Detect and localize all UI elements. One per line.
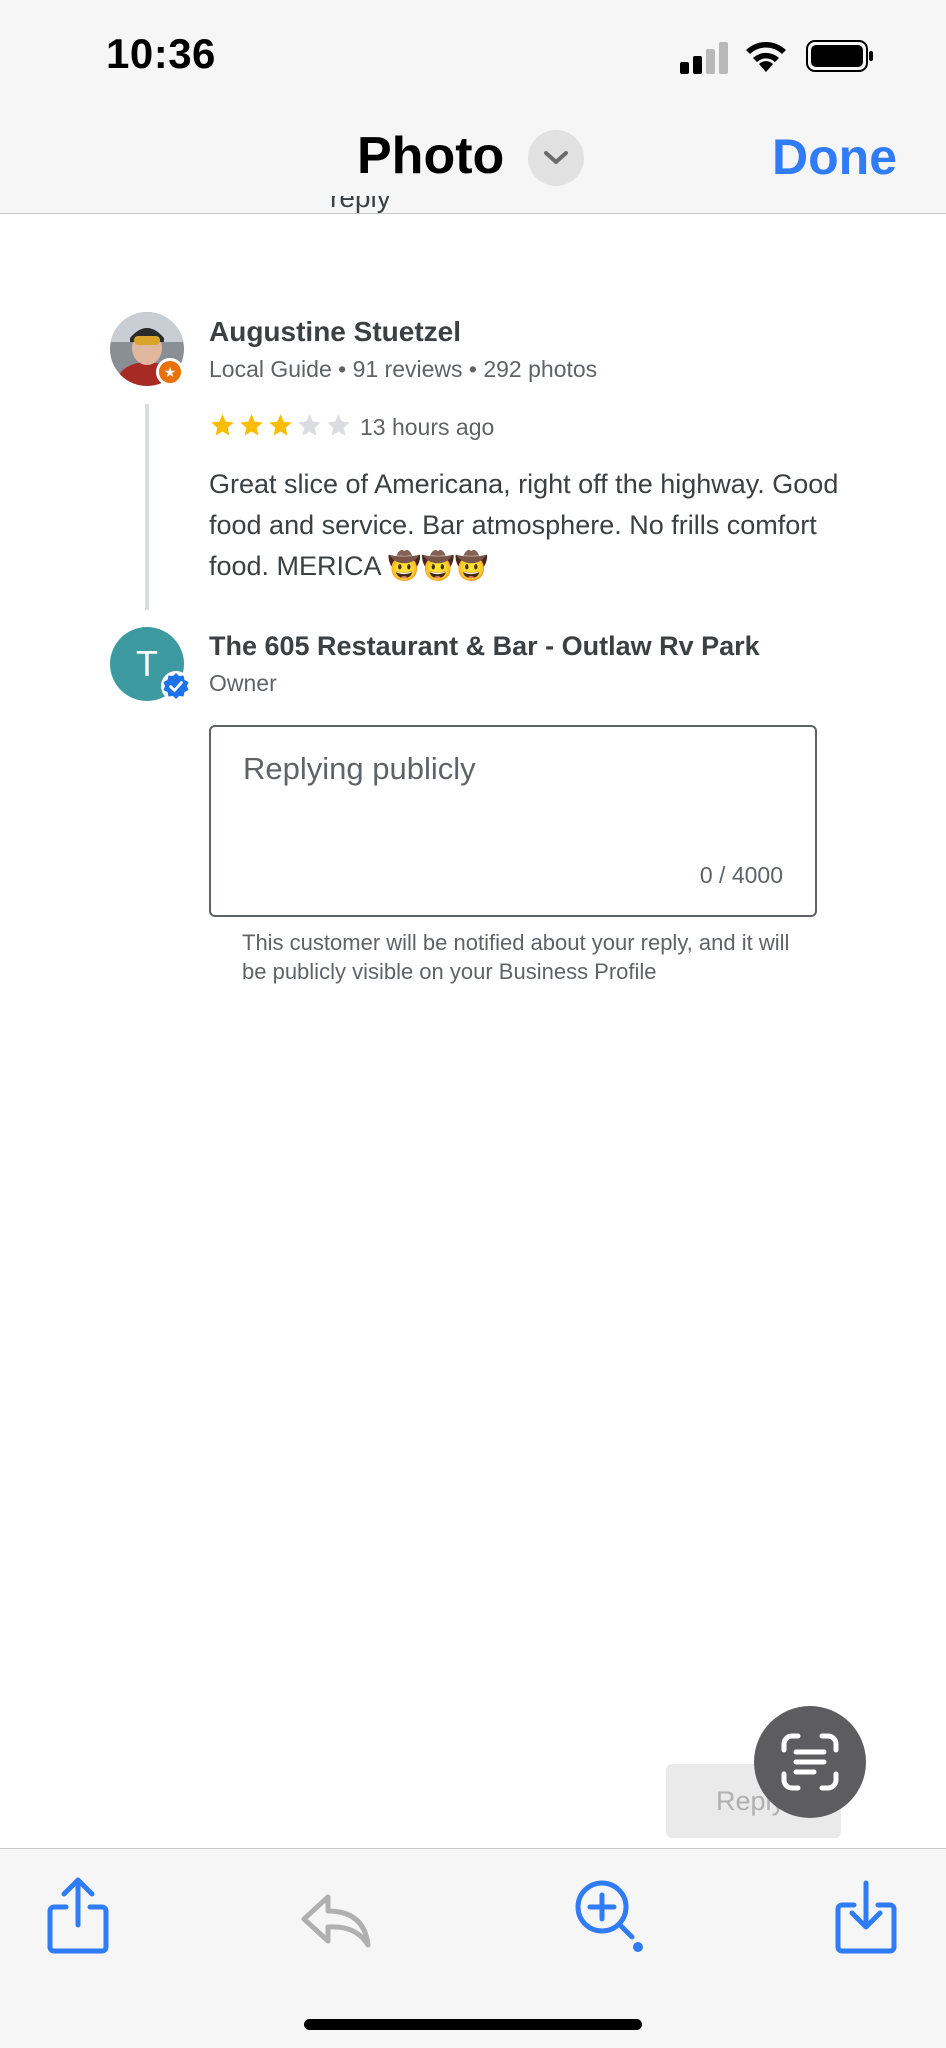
reply-character-counter: 0 / 4000	[699, 862, 783, 888]
star-icon	[211, 414, 234, 436]
chevron-down-icon	[544, 151, 568, 164]
star-icon	[269, 414, 292, 436]
cut-off-text-label: reply	[330, 196, 391, 213]
reviewer-meta: Local Guide • 91 reviews • 292 photos	[209, 356, 598, 382]
thread-line	[145, 404, 149, 610]
share-icon[interactable]	[40, 1875, 116, 1955]
title-menu-button[interactable]	[528, 130, 584, 186]
status-bar: 10:36	[0, 0, 946, 100]
star-empty-icon	[327, 414, 350, 436]
owner-role: Owner	[209, 670, 277, 696]
cellular-signal-icon	[680, 40, 730, 74]
owner-name: The 605 Restaurant & Bar - Outlaw Rv Par…	[209, 631, 760, 661]
reply-arrow-icon[interactable]	[298, 1875, 374, 1955]
reviewer-name[interactable]: Augustine Stuetzel	[209, 316, 461, 348]
review-time: 13 hours ago	[360, 414, 495, 440]
star-empty-icon	[298, 414, 321, 436]
star-rating	[209, 412, 352, 439]
navigation-bar: Photo Done	[0, 100, 946, 214]
live-text-button[interactable]	[754, 1706, 866, 1818]
local-guide-badge-icon: ★	[156, 358, 184, 386]
verified-badge-icon	[161, 671, 191, 701]
reply-notice: This customer will be notified about you…	[242, 930, 790, 984]
nav-title[interactable]: Photo	[357, 126, 504, 186]
status-time: 10:36	[106, 30, 216, 77]
cut-off-text: reply	[330, 196, 470, 214]
download-icon[interactable]	[828, 1875, 904, 1955]
wifi-icon	[746, 42, 786, 72]
battery-icon	[806, 40, 873, 72]
zoom-in-icon[interactable]	[570, 1875, 646, 1955]
photo-viewer-screen: 10:36 Photo Done reply ★ Augustine Stuet…	[0, 0, 946, 2048]
reply-placeholder: Replying publicly	[243, 751, 476, 786]
owner-avatar-letter: T	[136, 643, 158, 684]
live-text-icon	[781, 1733, 839, 1791]
star-icon	[240, 414, 263, 436]
reply-textarea[interactable]: Replying publicly 0 / 4000	[209, 725, 817, 917]
done-button[interactable]: Done	[772, 128, 897, 186]
review-text: Great slice of Americana, right off the …	[209, 469, 839, 581]
bottom-toolbar	[0, 1848, 946, 2048]
home-indicator[interactable]	[304, 2019, 642, 2030]
